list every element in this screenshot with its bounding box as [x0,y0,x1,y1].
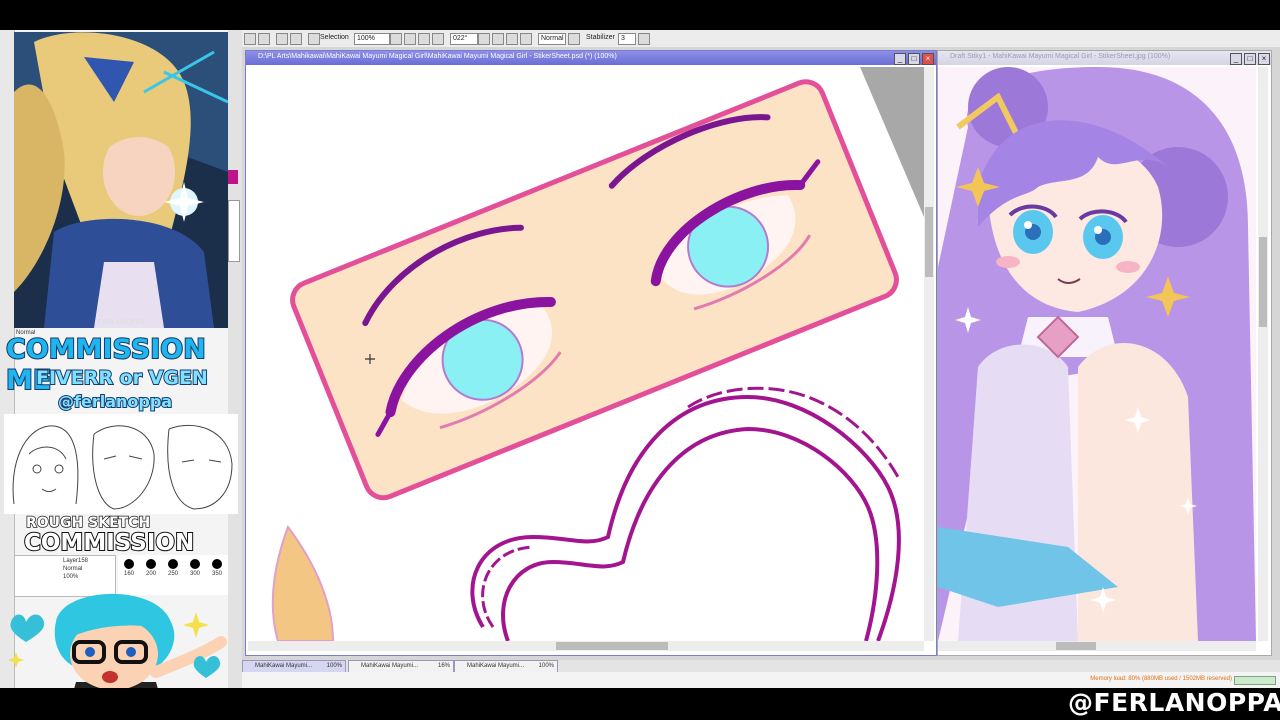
close-icon[interactable]: × [922,53,934,65]
brush-size-label: 160 [124,571,135,577]
rough-sketch-text: ROUGH SKETCH [25,514,151,532]
scroll-thumb[interactable] [1259,237,1267,327]
brush-dot[interactable] [190,559,200,569]
artist-artwork-preview: FERLANOPPA [14,32,228,328]
maximize-icon[interactable]: □ [1244,53,1256,65]
doc-tab-label: MahiKawai Mayumi... [361,663,419,669]
doc-tab-label: MahiKawai Mayumi... [255,663,313,669]
scroll-thumb[interactable] [556,642,668,650]
stabilizer-label: Stabilizer [586,34,615,41]
zoom-in-button[interactable] [390,33,402,45]
sketch-thumbnails [4,414,238,514]
doc-tab-zoom: 100% [538,663,554,669]
minimize-icon[interactable]: _ [1230,53,1242,65]
rotation-field[interactable]: 022° [450,33,478,45]
reference-window-titlebar[interactable]: Draft Stiky1 - MahiKawai Mayumi Magical … [938,51,1271,65]
brush-dot[interactable] [168,559,178,569]
zoom-field[interactable]: 100% [354,33,390,45]
status-indicators [1234,676,1276,685]
mode-button[interactable] [568,33,580,45]
main-horizontal-scrollbar[interactable] [248,641,924,651]
stabilizer-dropdown[interactable] [638,33,650,45]
document-tab-bar: MahiKawai Mayumi... 100% MahiKawai Mayum… [242,660,1280,673]
blend-mode-select[interactable]: Normal [538,33,566,45]
undo-button[interactable] [244,33,256,45]
brush-dot[interactable] [146,559,156,569]
main-window-title: D:\PL Arts\Mahikawai\MahiKawai Mayumi Ma… [258,53,617,60]
rotate-right-button[interactable] [492,33,504,45]
main-window-titlebar[interactable]: D:\PL Arts\Mahikawai\MahiKawai Mayumi Ma… [246,51,936,65]
main-canvas[interactable] [248,67,924,641]
fit-button[interactable] [432,33,444,45]
reference-document-window: Draft Stiky1 - MahiKawai Mayumi Magical … [937,50,1272,656]
brush-dot[interactable] [124,559,134,569]
flip-button[interactable] [520,33,532,45]
rotate-reset-button[interactable] [506,33,518,45]
left-tool-panel: FERLANOPPA Normal COMMISSION ME FIVERR o… [0,30,242,690]
brush-size-label: 350 [212,571,223,577]
layer-opacity: 100% [63,574,79,580]
main-document-window: D:\PL Arts\Mahikawai\MahiKawai Mayumi Ma… [245,50,937,656]
brush-size-label: 250 [168,571,179,577]
invert-button[interactable] [290,33,302,45]
memory-load-text: Memory load: 80% (880MB used / 1502MB re… [1090,676,1232,682]
reference-window-title: Draft Stiky1 - MahiKawai Mayumi Magical … [950,53,1171,60]
streamer-chibi-avatar [6,582,232,690]
reference-horizontal-scrollbar[interactable] [938,641,1256,651]
status-bar: Memory load: 80% (880MB used / 1502MB re… [242,672,1280,688]
maximize-icon[interactable]: □ [908,53,920,65]
redo-button[interactable] [258,33,270,45]
toolbar: Selection 100% 022° Normal Stabilizer 3 [242,30,1280,48]
layer-mode: Normal [63,566,83,572]
doc-tab-zoom: 16% [437,663,450,669]
deselect-button[interactable] [276,33,288,45]
selection-label: Selection [320,34,349,41]
streamer-watermark: @FERLANOPPA [1068,688,1280,717]
brush-size-label: 300 [190,571,201,577]
zoom-reset-button[interactable] [418,33,430,45]
artist-signature: FERLANOPPA [98,319,145,326]
scroll-thumb[interactable] [925,207,933,277]
scroll-thumb[interactable] [1056,642,1096,650]
brush-dot[interactable] [212,559,222,569]
checkbox-selection[interactable] [308,33,320,45]
color-swatch[interactable] [228,170,238,184]
close-icon[interactable]: × [1258,53,1270,65]
commission-text: COMMISSION [23,529,195,557]
slider-track[interactable] [228,200,240,262]
main-vertical-scrollbar[interactable] [924,67,934,641]
reference-canvas[interactable] [938,67,1256,641]
doc-tab-zoom: 100% [326,663,342,669]
minimize-icon[interactable]: _ [894,53,906,65]
reference-vertical-scrollbar[interactable] [1258,67,1268,641]
top-black-band [0,0,1280,30]
layer-name: Layer158 [63,558,89,564]
handle-text: @ferlanoppa [57,391,173,412]
doc-tab-label: MahiKawai Mayumi... [467,663,525,669]
zoom-out-button[interactable] [404,33,416,45]
platforms-text: FIVERR or VGEN [35,366,209,390]
brush-size-label: 200 [146,571,157,577]
stabilizer-select[interactable]: 3 [618,33,636,45]
rotate-left-button[interactable] [478,33,490,45]
